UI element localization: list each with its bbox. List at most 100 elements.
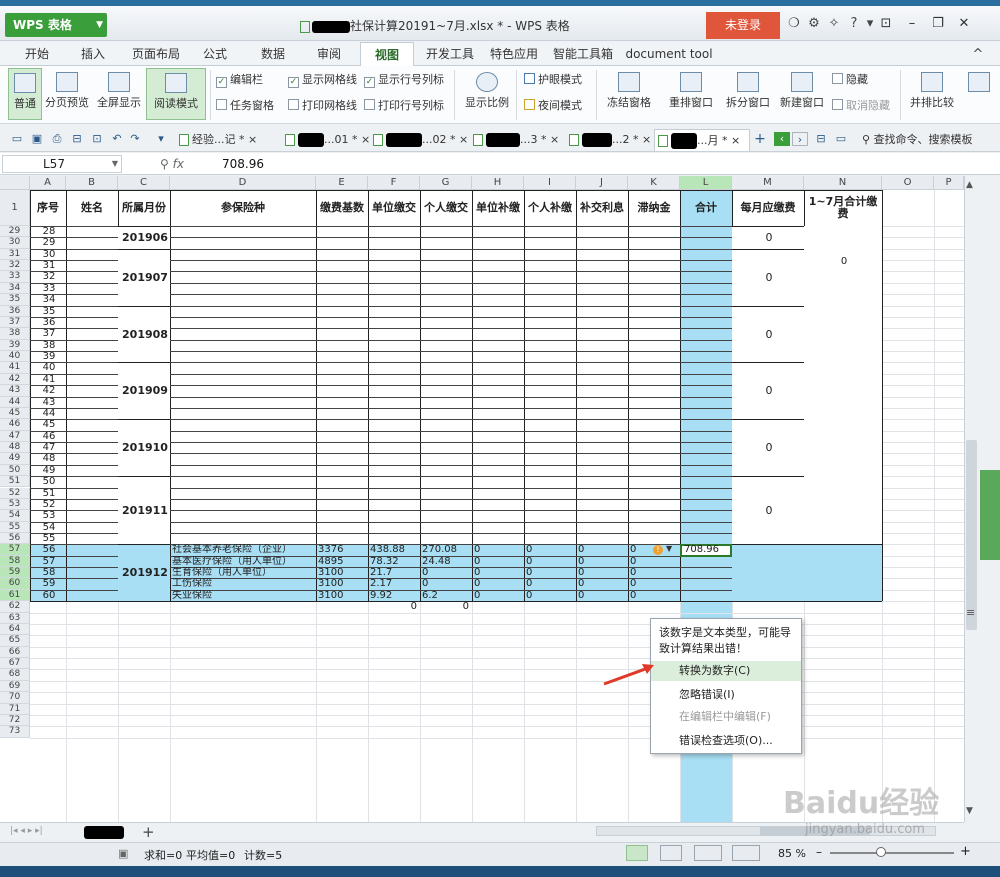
row-header[interactable]: 68 (0, 669, 30, 681)
row-header[interactable]: 41 (0, 362, 30, 374)
month-group-cell[interactable]: 201906 (118, 226, 170, 249)
sequence-cell[interactable]: 46 (30, 431, 66, 442)
monthly-total-cell[interactable] (732, 544, 804, 602)
column-header-O[interactable]: O (882, 176, 934, 190)
value-cell[interactable]: 24.48 (420, 556, 472, 567)
value-cell[interactable]: 4895 (316, 556, 368, 567)
doc-tab-3[interactable]: ...02 * × (370, 129, 468, 151)
rearrange-window-button[interactable]: 重排窗口 (662, 68, 720, 120)
column-header-E[interactable]: E (316, 176, 368, 190)
formula-icons[interactable]: ⚲ fx (160, 155, 210, 173)
month-group-cell[interactable]: 201910 (118, 419, 170, 477)
row62-f-cell[interactable]: 0 (368, 601, 420, 612)
value-cell[interactable]: 0 (524, 590, 576, 601)
close-icon[interactable]: × (642, 133, 651, 146)
edit-bar-checkbox[interactable]: ✓ 编辑栏 (216, 72, 263, 88)
name-box[interactable]: L57 ▼ (2, 155, 122, 173)
row-header[interactable]: 63 (0, 612, 30, 624)
wps-app-button[interactable]: WPS 表格 ▼ (5, 13, 107, 37)
insurance-type-cell[interactable]: 工伤保险 (170, 578, 316, 589)
value-cell[interactable]: 6.2 (420, 590, 472, 601)
sequence-cell[interactable]: 41 (30, 374, 66, 385)
row-header[interactable]: 57 (0, 544, 30, 556)
side-by-side-button[interactable]: 并排比较 (906, 68, 958, 120)
eye-mode-toggle[interactable]: 护眼模式 (524, 72, 582, 88)
doc-tab-1[interactable]: 经验...记 * × (176, 129, 274, 151)
row-header[interactable]: 45 (0, 407, 30, 420)
close-icon[interactable]: × (459, 133, 468, 146)
row-header[interactable]: 49 (0, 453, 30, 465)
zoom-slider[interactable] (830, 852, 954, 854)
monthly-total-cell[interactable]: 0 (732, 226, 804, 249)
sequence-cell[interactable]: 40 (30, 362, 66, 373)
close-icon[interactable]: × (361, 133, 370, 146)
value-cell[interactable]: 0 (576, 544, 628, 555)
split-handle-icon[interactable]: ≡ (966, 606, 975, 619)
row-header[interactable]: 58 (0, 555, 30, 568)
monthly-total-cell[interactable]: 0 (732, 362, 804, 420)
sequence-cell[interactable]: 43 (30, 397, 66, 408)
row-header[interactable]: 48 (0, 442, 30, 454)
value-cell[interactable]: 0 (628, 567, 680, 578)
reading-mode-button[interactable]: 阅读模式 (146, 68, 206, 120)
column-header-N[interactable]: N (804, 176, 882, 190)
value-cell[interactable]: 3376 (316, 544, 368, 555)
collapse-ribbon-icon[interactable]: ^ (970, 47, 986, 63)
value-cell[interactable]: 0 (524, 544, 576, 555)
row-header[interactable]: 38 (0, 328, 30, 340)
sequence-cell[interactable]: 58 (30, 567, 66, 578)
close-icon[interactable]: ✕ (952, 14, 976, 34)
redo-icon[interactable]: ↷ (128, 132, 142, 146)
row-header[interactable]: 47 (0, 430, 30, 443)
sequence-cell[interactable]: 56 (30, 544, 66, 555)
task-pane-checkbox[interactable]: 任务窗格 (216, 98, 274, 114)
value-cell[interactable]: 0 (524, 567, 576, 578)
menu-item-document-tool[interactable]: document tool (624, 42, 714, 66)
value-cell[interactable]: 0 (576, 556, 628, 567)
row62-g-cell[interactable]: 0 (420, 601, 472, 612)
menu-item-page-layout[interactable]: 页面布局 (124, 42, 188, 66)
sequence-cell[interactable]: 60 (30, 590, 66, 601)
sequence-cell[interactable]: 48 (30, 453, 66, 464)
layout-view-icon[interactable] (694, 845, 722, 861)
column-header-J[interactable]: J (576, 176, 628, 190)
bell-icon[interactable]: ✧ (826, 16, 842, 32)
row-header[interactable]: 61 (0, 589, 30, 602)
sequence-cell[interactable]: 32 (30, 271, 66, 282)
zoom-button[interactable]: 显示比例 (462, 68, 512, 120)
value-cell[interactable]: 0 (420, 567, 472, 578)
value-cell[interactable]: 3100 (316, 578, 368, 589)
row-header[interactable]: 39 (0, 339, 30, 352)
close-icon[interactable]: × (248, 133, 257, 146)
row-header[interactable]: 42 (0, 373, 30, 386)
chevron-down-icon[interactable]: ▾ (154, 132, 168, 146)
value-cell[interactable]: 0 (628, 556, 680, 567)
doc-tab-6-active[interactable]: ...月 * × (654, 129, 750, 151)
value-cell[interactable]: 0 (576, 578, 628, 589)
value-cell[interactable] (680, 567, 732, 578)
restore-icon[interactable]: ❐ (926, 14, 950, 34)
value-cell[interactable]: 78.32 (368, 556, 420, 567)
close-icon[interactable]: × (550, 133, 559, 146)
month-group-cell[interactable]: 201911 (118, 476, 170, 545)
sequence-cell[interactable]: 54 (30, 522, 66, 533)
sequence-cell[interactable]: 57 (30, 556, 66, 567)
row-header[interactable]: 65 (0, 635, 30, 647)
row-header[interactable]: 51 (0, 476, 30, 488)
row-header[interactable]: 54 (0, 510, 30, 522)
row-header[interactable]: 52 (0, 487, 30, 499)
sequence-cell[interactable]: 31 (30, 260, 66, 271)
show-rowcol-checkbox[interactable]: ✓ 显示行号列标 (364, 72, 444, 88)
normal-view-icon[interactable] (626, 845, 648, 861)
sync-scroll-button[interactable] (962, 68, 996, 120)
row-header[interactable]: 33 (0, 271, 30, 283)
value-cell[interactable] (680, 556, 732, 567)
insurance-type-cell[interactable]: 生育保险（用人单位） (170, 567, 316, 578)
sequence-cell[interactable]: 47 (30, 442, 66, 453)
value-cell[interactable] (680, 590, 732, 601)
row-header[interactable]: 1 (0, 190, 30, 226)
menu-item-special[interactable]: 特色应用 (484, 42, 544, 66)
print-rowcol-checkbox[interactable]: 打印行号列标 (364, 98, 444, 114)
column-header-P[interactable]: P (934, 176, 964, 190)
monthly-total-cell[interactable]: 0 (732, 305, 804, 363)
